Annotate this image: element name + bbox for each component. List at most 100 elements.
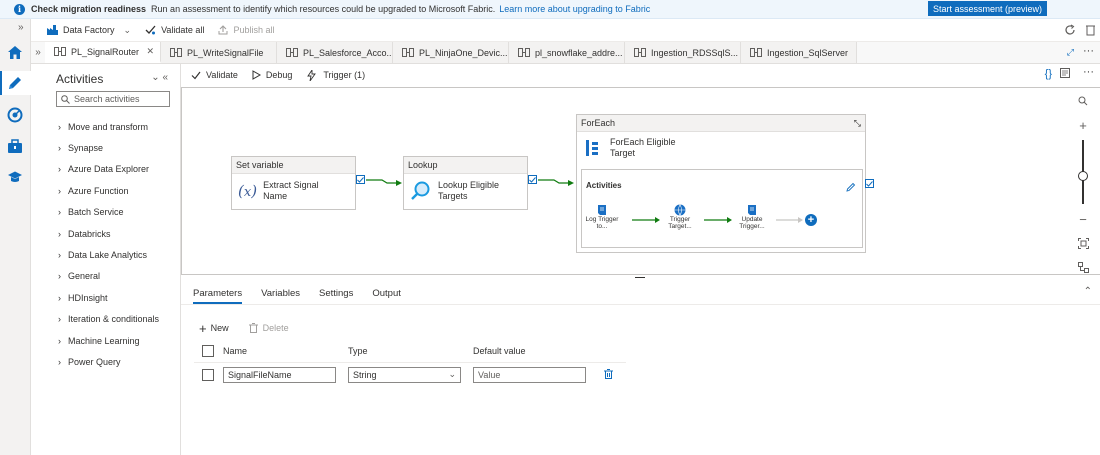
more-tabs-icon[interactable]: ··· [1083, 45, 1094, 57]
discard-icon[interactable] [1085, 24, 1096, 38]
activity-group-item[interactable]: › General [58, 266, 159, 287]
home-icon[interactable] [6, 43, 24, 61]
select-all-checkbox[interactable] [202, 345, 214, 357]
start-assessment-button[interactable]: Start assessment (preview) [927, 1, 1047, 16]
tab-label: Ingestion_RDSSqlS... [651, 47, 739, 58]
default-value-placeholder: Value [478, 369, 501, 380]
activity-group-item[interactable]: › Move and transform [58, 116, 159, 137]
new-label: New [210, 323, 229, 333]
validate-button[interactable]: Validate [191, 70, 238, 80]
pipeline-canvas[interactable]: Set variable (x) Extract Signal Name Loo… [181, 87, 1100, 275]
activity-group-item[interactable]: › HDInsight [58, 287, 159, 308]
activity-group-label: Machine Learning [68, 335, 140, 346]
publish-icon [218, 25, 228, 35]
author-pencil-icon[interactable] [6, 74, 24, 92]
new-parameter-button[interactable]: + New [199, 321, 229, 336]
validate-all-button[interactable]: Validate all [145, 25, 204, 35]
activity-group-item[interactable]: › Data Lake Analytics [58, 244, 159, 265]
zoom-in-icon[interactable]: + [1074, 116, 1092, 134]
chevron-right-icon: › [58, 314, 61, 325]
search-activities-input[interactable]: Search activities [56, 91, 170, 107]
trash-icon [248, 323, 258, 333]
maximize-icon[interactable]: ⤢ [1067, 47, 1074, 58]
publish-all-button[interactable]: Publish all [218, 25, 274, 35]
monitor-icon[interactable] [6, 106, 24, 124]
pipeline-icon [750, 48, 762, 57]
zoom-out-icon[interactable]: − [1074, 210, 1092, 228]
activities-panel: Activities ⌄ « Search activities › Move a… [46, 64, 181, 455]
delete-parameter-button[interactable]: Delete [248, 323, 289, 333]
add-activity-plus-icon[interactable]: + [805, 214, 817, 226]
properties-icon[interactable] [1060, 68, 1072, 81]
activity-group-item[interactable]: › Azure Function [58, 180, 159, 201]
tab-settings[interactable]: Settings [319, 282, 353, 304]
activity-group-item[interactable]: › Azure Data Explorer [58, 159, 159, 180]
activity-group-item[interactable]: › Power Query [58, 351, 159, 372]
validate-label: Validate [206, 70, 238, 80]
manage-toolbox-icon[interactable] [6, 137, 24, 155]
row-checkbox[interactable] [202, 368, 214, 381]
refresh-icon[interactable] [1064, 24, 1076, 38]
canvas-toolbar: Validate Debug Trigger (1) {} ··· [181, 64, 1100, 86]
parameter-name-field[interactable]: SignalFileName [223, 366, 336, 383]
banner-message: Run an assessment to identify which reso… [151, 4, 496, 14]
trigger-button[interactable]: Trigger (1) [306, 69, 365, 81]
tab-pl-writesignalfile[interactable]: PL_WriteSignalFile [161, 42, 277, 63]
tabs-divider [181, 304, 1100, 305]
delete-row-trash-icon[interactable] [604, 368, 613, 381]
collapse-activities-icon[interactable]: ⌄ « [151, 72, 168, 83]
play-icon [252, 70, 261, 80]
parameter-type-select[interactable]: String ⌄ [348, 366, 461, 383]
collapse-icon[interactable]: ⤡ [854, 118, 861, 129]
data-factory-dropdown[interactable]: Data Factory ⌄ [47, 25, 131, 36]
code-braces-icon[interactable]: {} [1045, 68, 1052, 80]
success-output-checkbox[interactable] [865, 179, 874, 188]
banner-learn-more-link[interactable]: Learn more about upgrading to Fabric [499, 4, 650, 14]
validate-all-icon [145, 25, 156, 35]
tab-pl-signalrouter[interactable]: PL_SignalRouter ✕ [45, 42, 161, 63]
tab-ingestion-rdssql[interactable]: Ingestion_RDSSqlS... [625, 42, 741, 63]
tab-variables[interactable]: Variables [261, 282, 300, 304]
zoom-slider-thumb[interactable] [1078, 171, 1088, 181]
tab-pl-snowflake[interactable]: pl_snowflake_addre... [509, 42, 625, 63]
info-close-icon[interactable] [1082, 3, 1092, 13]
fit-to-screen-icon[interactable] [1074, 234, 1092, 252]
chevron-right-icon: › [58, 250, 61, 261]
pipeline-icon [286, 48, 298, 57]
close-icon[interactable]: ✕ [146, 46, 154, 57]
parameters-grid: Name Type Default value SignalFileName S… [194, 340, 626, 386]
properties-tabs: Parameters Variables Settings Output [193, 282, 420, 304]
tab-label: pl_snowflake_addre... [535, 47, 623, 58]
chevron-right-icon: › [58, 207, 61, 218]
activity-group-item[interactable]: › Databricks [58, 223, 159, 244]
tab-label: PL_SignalRouter [71, 46, 140, 57]
zoom-slider[interactable] [1074, 140, 1092, 204]
learning-cap-icon[interactable] [6, 168, 24, 186]
activity-group-label: Azure Function [68, 185, 129, 196]
activity-group-item[interactable]: › Iteration & conditionals [58, 309, 159, 330]
tab-output[interactable]: Output [372, 282, 401, 304]
activity-group-item[interactable]: › Synapse [58, 137, 159, 158]
expand-nav-icon[interactable]: » [18, 22, 24, 33]
debug-label: Debug [265, 70, 293, 80]
activity-group-item[interactable]: › Batch Service [58, 202, 159, 223]
foreach-inner-activities[interactable]: Activities Log Trigger to... Trigger Tar… [581, 169, 863, 248]
chevron-right-icon: › [58, 356, 61, 367]
collapse-panel-icon[interactable]: ⌃ [1084, 286, 1092, 297]
activity-group-item[interactable]: › Machine Learning [58, 330, 159, 351]
foreach-activity[interactable]: ForEach ⤡ ForEach Eligible Target Activi… [576, 114, 866, 253]
auto-align-icon[interactable] [1074, 258, 1092, 276]
activity-group-label: Iteration & conditionals [68, 314, 160, 325]
tab-ingestion-sqlserver[interactable]: Ingestion_SqlServer [741, 42, 857, 63]
debug-button[interactable]: Debug [252, 70, 293, 80]
tab-parameters[interactable]: Parameters [193, 282, 243, 304]
parameters-actions: + New Delete [199, 321, 309, 336]
panel-resize-handle[interactable] [635, 277, 645, 278]
more-options-icon[interactable]: ··· [1083, 66, 1094, 78]
zoom-search-icon[interactable] [1074, 92, 1092, 110]
default-value-field[interactable]: Value [473, 366, 586, 383]
tab-label: Ingestion_SqlServer [767, 47, 849, 58]
tab-pl-salesforce[interactable]: PL_Salesforce_Acco... [277, 42, 393, 63]
collapse-tabs-icon[interactable]: » [31, 42, 45, 63]
tab-pl-ninjaone[interactable]: PL_NinjaOne_Devic... [393, 42, 509, 63]
